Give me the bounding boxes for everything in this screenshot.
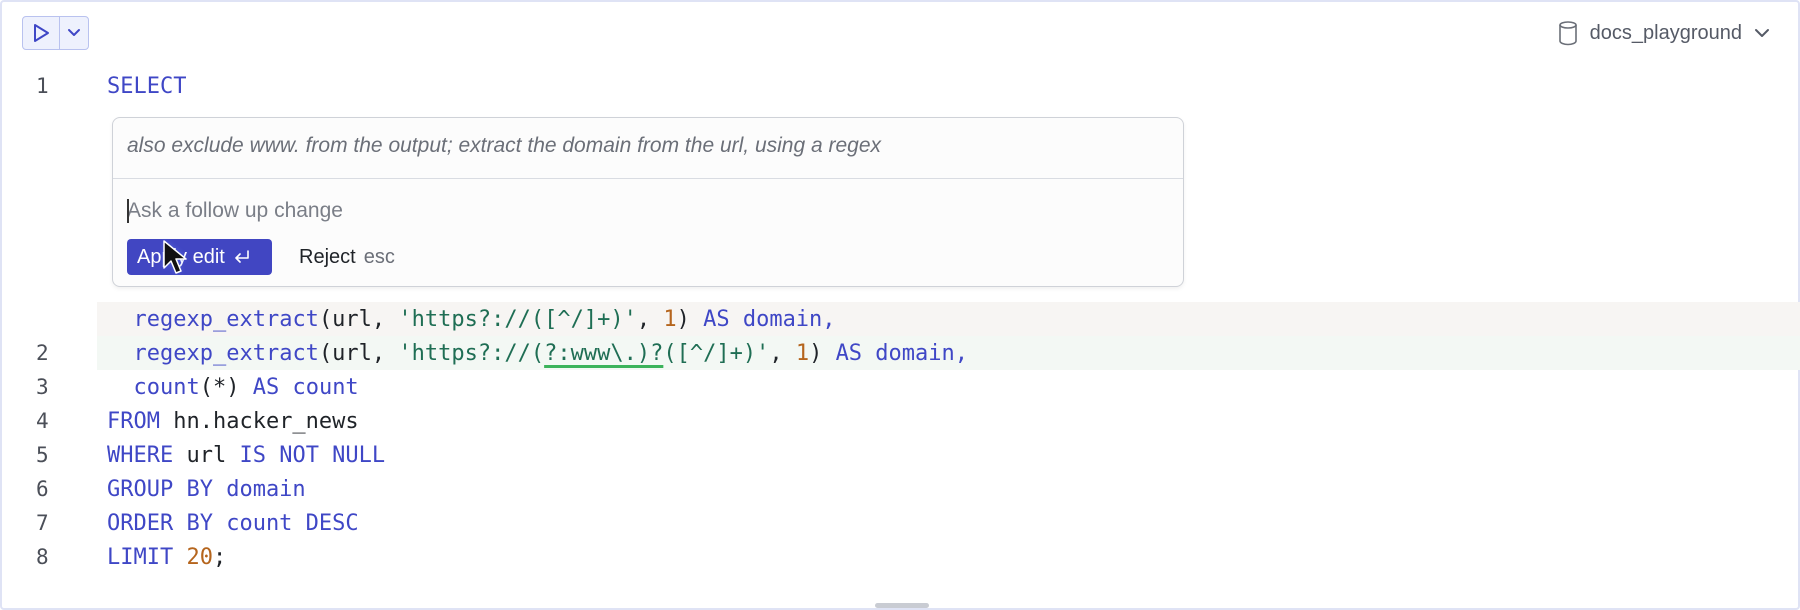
reject-button[interactable]: Reject esc	[299, 239, 395, 275]
mouse-cursor-icon	[163, 240, 187, 274]
code-line-8: 8 LIMIT 20;	[2, 540, 1800, 574]
code-text: FROM hn.hacker_news	[107, 408, 359, 434]
chevron-down-icon	[1755, 29, 1769, 37]
ai-edit-popup: also exclude www. from the output; extra…	[112, 117, 1184, 287]
code-line-7: 7 ORDER BY count DESC	[2, 506, 1800, 540]
enter-key-icon	[235, 250, 249, 263]
code-line-4: 4 FROM hn.hacker_news	[2, 404, 1800, 438]
code-line-6: 6 GROUP BY domain	[2, 472, 1800, 506]
line-number: 7	[36, 511, 49, 535]
line-number: 3	[36, 375, 49, 399]
reject-label: Reject	[299, 245, 356, 268]
text-caret	[127, 199, 129, 223]
ai-prompt-text: also exclude www. from the output; extra…	[127, 134, 882, 157]
line-number: 4	[36, 409, 49, 433]
popup-divider	[113, 178, 1183, 179]
diff-added-line: 2 regexp_extract(url, 'https?://(?:www\.…	[36, 336, 1800, 370]
apply-edit-button[interactable]: Apply edit	[127, 239, 272, 275]
code-line-5: 5 WHERE url IS NOT NULL	[2, 438, 1800, 472]
reject-shortcut: esc	[363, 245, 395, 268]
diff-removed-line: regexp_extract(url, 'https?://([^/]+)', …	[97, 302, 1800, 336]
line-number: 8	[36, 545, 49, 569]
play-icon	[34, 24, 49, 42]
chevron-down-icon	[68, 29, 80, 36]
database-icon	[1558, 21, 1577, 46]
code-text: count(*) AS count	[133, 374, 359, 400]
code-line-1: 1 SELECT	[2, 69, 1800, 103]
line-number: 6	[36, 477, 49, 501]
sql-editor-window: docs_playground 1 SELECT regexp_extract(…	[0, 0, 1800, 610]
database-selector[interactable]: docs_playground	[1558, 18, 1770, 48]
code-text: LIMIT 20;	[107, 544, 227, 570]
code-text: ORDER BY count DESC	[107, 510, 359, 536]
code-text: regexp_extract(url, 'https?://(?:www\.)?…	[133, 340, 969, 366]
code-text: regexp_extract(url, 'https?://([^/]+)', …	[133, 306, 836, 332]
database-name: docs_playground	[1589, 21, 1742, 44]
run-button[interactable]	[23, 17, 60, 49]
resize-handle[interactable]	[875, 603, 929, 608]
code-line-3: 3 count(*) AS count	[2, 370, 1800, 404]
code-text: GROUP BY domain	[107, 476, 306, 502]
code-text: SELECT	[107, 73, 187, 99]
followup-input[interactable]	[127, 196, 1167, 226]
run-button-group	[22, 16, 89, 50]
line-number: 2	[36, 341, 49, 365]
code-text: WHERE url IS NOT NULL	[107, 442, 386, 468]
run-options-button[interactable]	[60, 17, 88, 49]
added-regex-fragment: ?:www\.)?	[544, 340, 664, 366]
line-number: 1	[36, 74, 49, 98]
line-number: 5	[36, 443, 49, 467]
